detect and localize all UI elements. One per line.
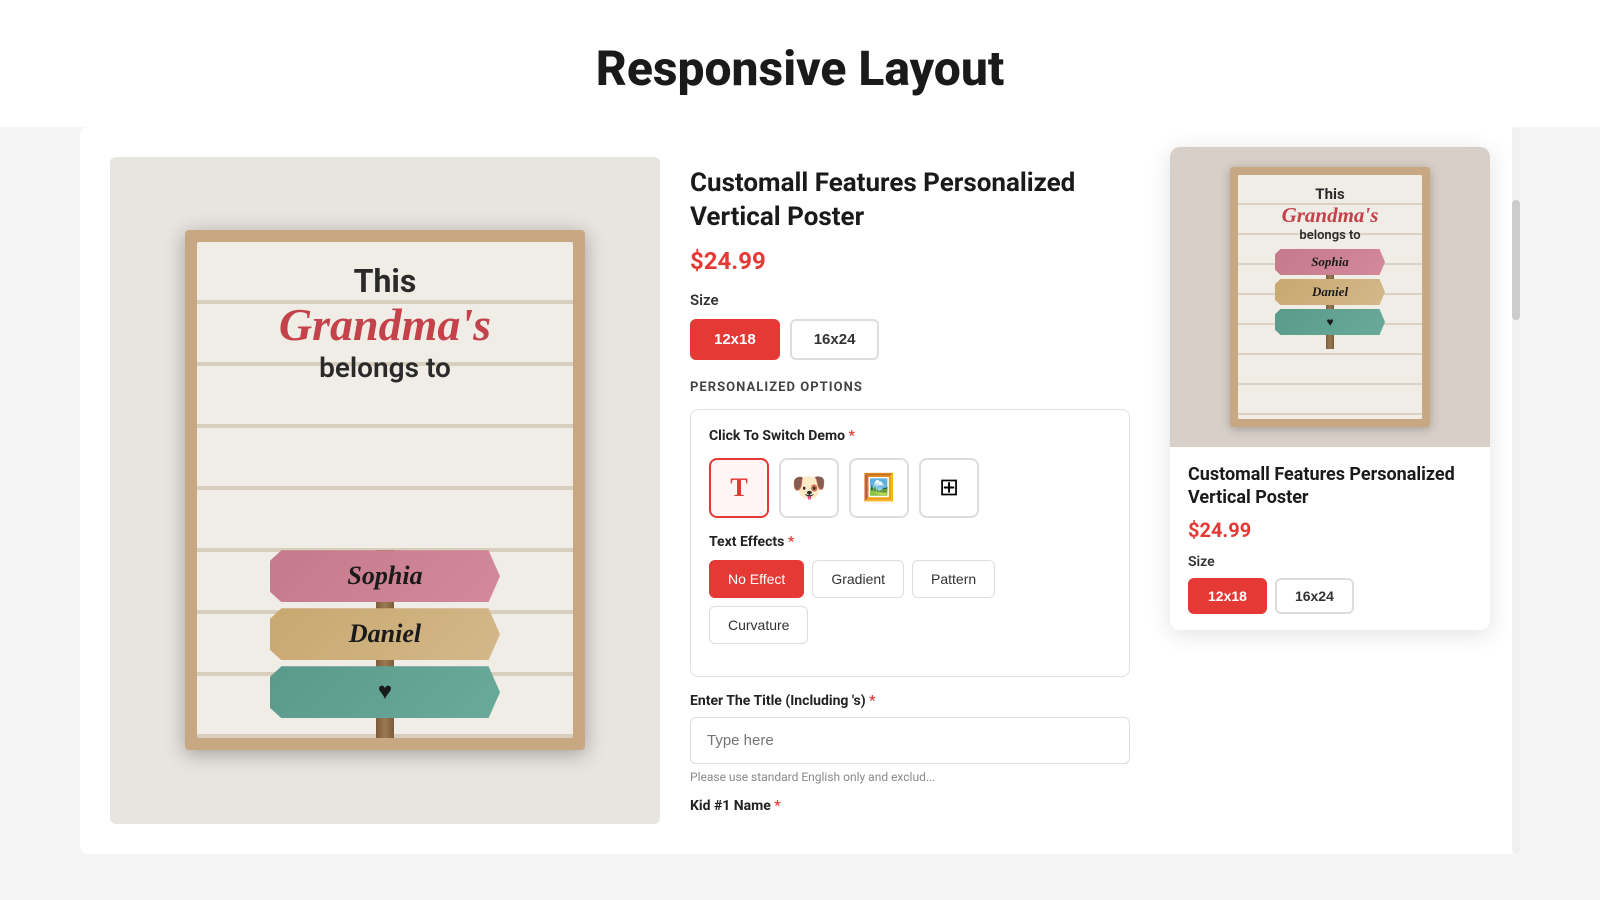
mini-grandmas-text: Grandma's: [1282, 203, 1379, 228]
product-image-section: This Grandma's belongs to Sophia Daniel …: [110, 157, 660, 824]
card-size-btn-16x24[interactable]: 16x24: [1275, 578, 1354, 614]
qr-icon: ⊞: [939, 473, 959, 502]
demo-qr-icon-btn[interactable]: ⊞: [919, 458, 979, 518]
main-container: This Grandma's belongs to Sophia Daniel …: [80, 127, 1520, 854]
mini-poster-frame: This Grandma's belongs to Sophia Daniel …: [1230, 167, 1430, 427]
effect-no-effect[interactable]: No Effect: [709, 560, 804, 598]
mini-sign-sophia: Sophia: [1275, 249, 1385, 275]
effects-row: No Effect Gradient Pattern: [709, 560, 1111, 598]
mini-belongs-text: belongs to: [1282, 228, 1379, 243]
poster-belongs-text: belongs to: [279, 351, 491, 384]
demo-required: *: [845, 428, 855, 444]
card-title: Customall Features Personalized Vertical…: [1188, 463, 1472, 510]
size-options: 12x18 16x24: [690, 319, 1130, 360]
mini-this-text: This: [1282, 185, 1379, 203]
poster-text-top: This Grandma's belongs to: [279, 262, 491, 384]
product-details: Customall Features Personalized Vertical…: [660, 157, 1160, 824]
text-effects-label: Text Effects *: [709, 534, 1111, 550]
product-title-text: Customall Features Personalized Vertical…: [690, 167, 1130, 235]
text-format-icon: T: [730, 473, 747, 503]
poster-grandmas-text: Grandma's: [279, 300, 491, 351]
photo-icon: 🖼️: [863, 472, 895, 503]
size-button-12x18[interactable]: 12x18: [690, 319, 780, 360]
demo-photo-icon-btn[interactable]: 🖼️: [849, 458, 909, 518]
title-input-label: Enter The Title (Including 's) *: [690, 693, 1130, 709]
mini-text-top: This Grandma's belongs to: [1282, 185, 1379, 243]
demo-dog-icon-btn[interactable]: 🐶: [779, 458, 839, 518]
text-effects-required: *: [784, 534, 794, 550]
card-info: Customall Features Personalized Vertical…: [1170, 447, 1490, 630]
input-hint: Please use standard English only and exc…: [690, 770, 1130, 784]
effects-row-2: Curvature: [709, 606, 1111, 644]
scrollbar: [1512, 127, 1520, 854]
sign-heart: ♥: [270, 666, 500, 718]
personalized-options-label: PERSONALIZED OPTIONS: [690, 380, 1130, 395]
scrollbar-thumb[interactable]: [1512, 200, 1520, 320]
card-size-options: 12x18 16x24: [1188, 578, 1472, 614]
title-input[interactable]: [690, 717, 1130, 764]
kid-name-label: Kid #1 Name *: [690, 798, 1130, 814]
poster-inner: This Grandma's belongs to Sophia Daniel …: [197, 242, 573, 738]
demo-icons: T 🐶 🖼️ ⊞: [709, 458, 1111, 518]
product-price: $24.99: [690, 247, 1130, 275]
size-button-16x24[interactable]: 16x24: [790, 319, 880, 360]
poster-this-text: This: [279, 262, 491, 300]
input-section: Enter The Title (Including 's) * Please …: [690, 693, 1130, 814]
card-price: $24.99: [1188, 518, 1472, 542]
dog-icon: 🐶: [792, 471, 827, 504]
demo-title: Click To Switch Demo *: [709, 428, 1111, 444]
signs-container: Sophia Daniel ♥: [212, 550, 558, 718]
card-image: This Grandma's belongs to Sophia Daniel …: [1170, 147, 1490, 447]
mini-poster-inner: This Grandma's belongs to Sophia Daniel …: [1238, 175, 1422, 419]
page-title: Responsive Layout: [0, 40, 1600, 97]
effect-curvature[interactable]: Curvature: [709, 606, 808, 644]
size-label: Size: [690, 291, 1130, 309]
sign-daniel: Daniel: [270, 608, 500, 660]
mini-sign-daniel: Daniel: [1275, 279, 1385, 305]
poster-frame: This Grandma's belongs to Sophia Daniel …: [185, 230, 585, 750]
demo-text-icon-btn[interactable]: T: [709, 458, 769, 518]
mini-sign-heart: ♥: [1275, 309, 1385, 335]
effect-gradient[interactable]: Gradient: [812, 560, 904, 598]
card-size-btn-12x18[interactable]: 12x18: [1188, 578, 1267, 614]
text-effects-section: Text Effects * No Effect Gradient Patter…: [709, 534, 1111, 644]
product-card-overlay: This Grandma's belongs to Sophia Daniel …: [1170, 147, 1490, 630]
mini-signs: Sophia Daniel ♥: [1246, 249, 1414, 335]
effect-pattern[interactable]: Pattern: [912, 560, 995, 598]
sign-sophia: Sophia: [270, 550, 500, 602]
card-size-label: Size: [1188, 554, 1472, 570]
demo-box: Click To Switch Demo * T 🐶 🖼️ ⊞ Text E: [690, 409, 1130, 677]
page-header: Responsive Layout: [0, 0, 1600, 127]
